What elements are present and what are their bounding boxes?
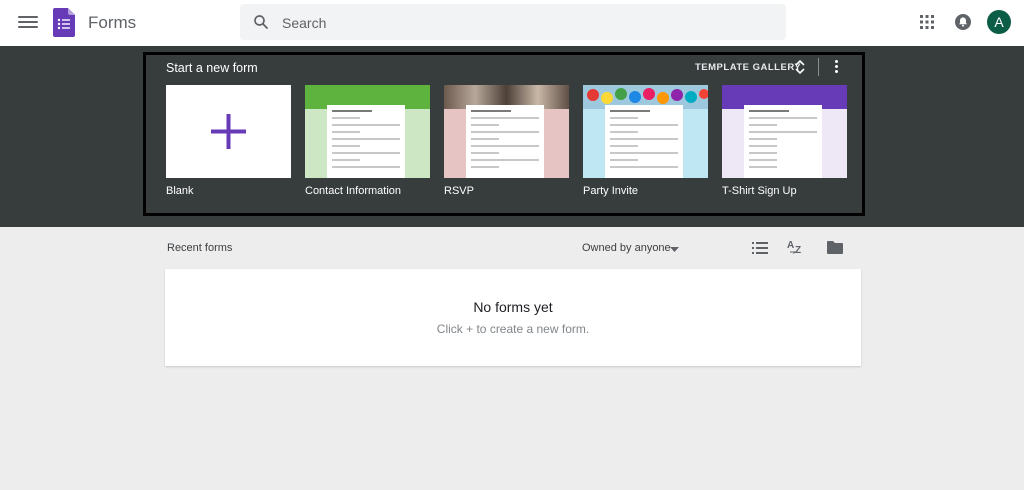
thumbnail-sheet [744, 105, 822, 178]
template-gallery-button[interactable]: TEMPLATE GALLERY [695, 62, 801, 73]
thumbnail-sheet [327, 105, 405, 178]
forms-logo-icon[interactable] [53, 8, 75, 37]
list-view-icon[interactable] [752, 241, 768, 255]
template-tshirt-sign-up[interactable]: T-Shirt Sign Up [722, 85, 847, 197]
template-thumbnail[interactable] [583, 85, 708, 178]
svg-text:Z: Z [795, 245, 801, 256]
notifications-icon[interactable] [954, 13, 972, 31]
top-app-bar: Forms A [0, 0, 1024, 46]
plus-icon [211, 114, 246, 149]
sort-az-icon[interactable]: A Z [787, 238, 805, 256]
template-label: T-Shirt Sign Up [722, 185, 797, 197]
folder-icon[interactable] [826, 240, 844, 255]
thumbnail-sheet [466, 105, 544, 178]
google-apps-icon[interactable] [919, 14, 935, 30]
template-party-invite[interactable]: Party Invite [583, 85, 708, 197]
start-new-form-title: Start a new form [166, 61, 258, 75]
empty-state-title: No forms yet [473, 299, 553, 315]
template-label: Contact Information [305, 185, 401, 197]
template-label: Party Invite [583, 185, 639, 197]
template-thumbnail[interactable] [305, 85, 430, 178]
template-contact-information[interactable]: Contact Information [305, 85, 430, 197]
search-icon[interactable] [252, 13, 270, 31]
search-input[interactable] [280, 4, 764, 42]
more-options-icon[interactable] [831, 60, 841, 76]
unfold-icon[interactable] [794, 58, 806, 76]
template-label: RSVP [444, 185, 474, 197]
account-avatar[interactable]: A [987, 10, 1011, 34]
owner-filter-dropdown[interactable]: Owned by anyone [582, 242, 671, 254]
template-section: Start a new form TEMPLATE GALLERY Blank … [0, 46, 1024, 227]
thumbnail-sheet [605, 105, 683, 178]
template-thumbnail[interactable] [444, 85, 569, 178]
main-menu-button[interactable] [18, 13, 38, 33]
empty-state-card: No forms yet Click + to create a new for… [165, 269, 861, 366]
template-blank[interactable]: Blank [166, 85, 291, 197]
svg-text:A: A [787, 240, 794, 251]
template-rsvp[interactable]: RSVP [444, 85, 569, 197]
app-title[interactable]: Forms [88, 13, 136, 33]
empty-state-subtitle: Click + to create a new form. [436, 322, 590, 336]
recent-forms-title: Recent forms [167, 242, 233, 254]
search-bar[interactable] [240, 4, 786, 42]
template-thumbnail[interactable] [722, 85, 847, 178]
template-thumbnail[interactable] [166, 85, 291, 178]
divider [818, 58, 819, 76]
caret-down-icon[interactable] [670, 247, 679, 252]
template-label: Blank [166, 185, 194, 197]
